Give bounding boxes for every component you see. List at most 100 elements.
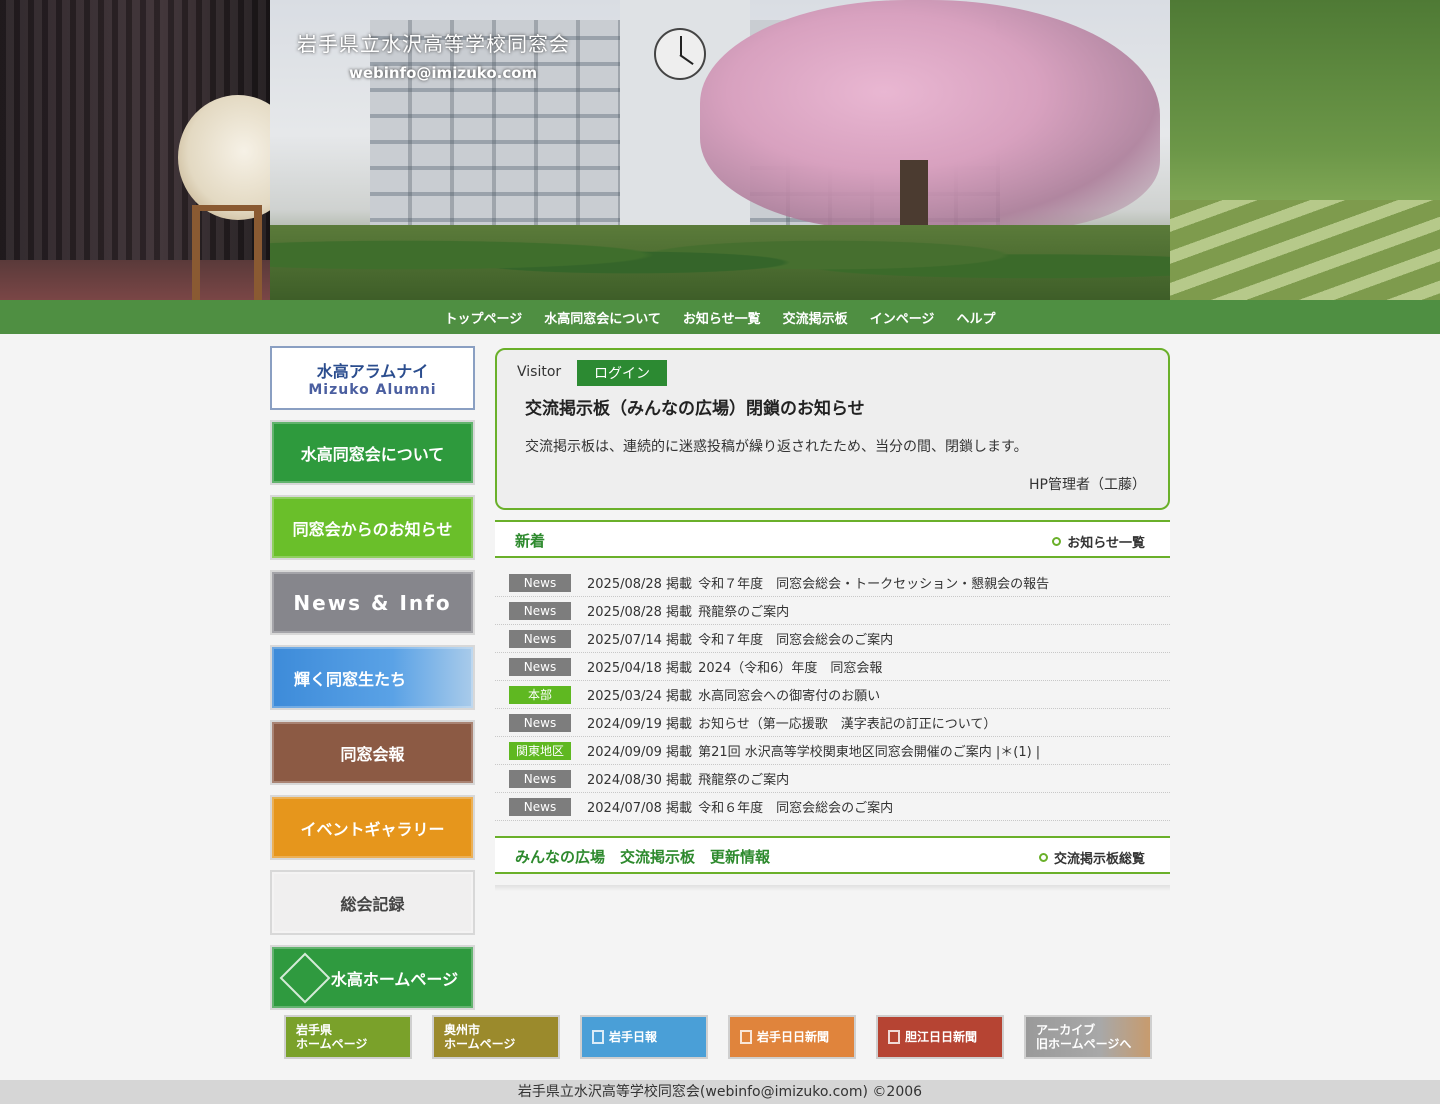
sidebar: 水高アラムナイ Mizuko Alumni 水高同窓会について 同窓会からのお知… — [270, 346, 475, 1020]
header-banner: 岩手県立水沢高等学校同窓会 webinfo@imizuko.com — [0, 0, 1440, 300]
iwate-nippo-link[interactable]: 岩手日報 — [580, 1015, 708, 1059]
iwate-pref-line2: ホームページ — [296, 1037, 368, 1051]
news-item[interactable]: News 2024/09/19 掲載 お知らせ（第一応援歌 漢字表記の訂正につい… — [495, 709, 1170, 737]
board-more-link[interactable]: 交流掲示板総覧 — [1038, 848, 1145, 867]
news-tag: News — [509, 629, 571, 648]
news-tag: News — [509, 769, 571, 788]
iwate-nichinichi-link[interactable]: 岩手日日新聞 — [728, 1015, 856, 1059]
news-info-button[interactable]: News & Info — [270, 570, 475, 635]
hedge-image — [1170, 200, 1440, 300]
alumni-label-en: Mizuko Alumni — [308, 382, 437, 398]
school-homepage-button[interactable]: 水高ホームページ — [270, 945, 475, 1010]
newspaper-icon — [888, 1030, 900, 1044]
footer-links: 岩手県 ホームページ 奥州市 ホームページ 岩手日報 岩手日日新聞 胆江日日新聞… — [284, 1015, 1152, 1059]
school-homepage-label: 水高ホームページ — [330, 969, 459, 989]
archive-line2: 旧ホームページへ — [1036, 1037, 1132, 1051]
news-date: 2025/08/28 掲載 — [587, 577, 693, 592]
news-tag: 本部 — [509, 685, 571, 704]
nav-top[interactable]: トップページ — [445, 308, 523, 327]
news-title: 飛龍祭のご案内 — [698, 605, 790, 620]
news-item[interactable]: 関東地区 2024/09/09 掲載 第21回 水沢高等学校関東地区同窓会開催の… — [495, 737, 1170, 765]
bullet-icon — [1038, 853, 1048, 862]
archive-link[interactable]: アーカイブ 旧ホームページへ — [1024, 1015, 1152, 1059]
school-emblem-icon — [279, 952, 331, 1003]
alumni-button[interactable]: 水高アラムナイ Mizuko Alumni — [270, 346, 475, 410]
main-nav: トップページ 水高同窓会について お知らせ一覧 交流掲示板 インページ ヘルプ — [0, 300, 1440, 334]
notice-body: 交流掲示板は、連続的に迷惑投稿が繰り返されたため、当分の間、閉鎖します。 — [525, 439, 1028, 455]
news-list: News 2025/08/28 掲載 令和７年度 同窓会総会・トークセッション・… — [495, 569, 1170, 821]
tanko-nichinichi-link[interactable]: 胆江日日新聞 — [876, 1015, 1004, 1059]
news-tag: News — [509, 713, 571, 732]
login-button[interactable]: ログイン — [577, 360, 667, 386]
iwate-nichinichi-label: 岩手日日新聞 — [757, 1029, 830, 1044]
board-section-title: みんなの広場 交流掲示板 更新情報 — [515, 848, 771, 866]
bulletin-button[interactable]: 同窓会報 — [270, 720, 475, 785]
news-date: 2025/03/24 掲載 — [587, 689, 693, 704]
news-title: 飛龍祭のご案内 — [698, 773, 790, 788]
event-gallery-button[interactable]: イベントギャラリー — [270, 795, 475, 860]
news-item[interactable]: 本部 2025/03/24 掲載 水高同窓会への御寄付のお願い — [495, 681, 1170, 709]
meeting-records-button[interactable]: 総会記録 — [270, 870, 475, 935]
news-item[interactable]: News 2024/08/30 掲載 飛龍祭のご案内 — [495, 765, 1170, 793]
news-date: 2024/07/08 掲載 — [587, 801, 693, 816]
news-tag: News — [509, 601, 571, 620]
cherry-blossom-tree — [700, 0, 1160, 230]
news-date: 2025/07/14 掲載 — [587, 633, 693, 648]
archive-label: アーカイブ 旧ホームページへ — [1036, 1023, 1131, 1052]
news-tag: 関東地区 — [509, 741, 571, 760]
news-date: 2024/09/09 掲載 — [587, 745, 693, 760]
news-tag: News — [509, 797, 571, 816]
news-date: 2025/08/28 掲載 — [587, 605, 693, 620]
iwate-nippo-label: 岩手日報 — [609, 1029, 658, 1044]
news-title: 2024（令和6）年度 同窓会報 — [698, 661, 883, 676]
news-title: 令和７年度 同窓会総会のご案内 — [698, 633, 894, 648]
shining-alumni-button[interactable]: 輝く同窓生たち — [270, 645, 475, 710]
oshu-city-link[interactable]: 奥州市 ホームページ — [432, 1015, 560, 1059]
news-item[interactable]: News 2025/07/14 掲載 令和７年度 同窓会総会のご案内 — [495, 625, 1170, 653]
news-title: 令和６年度 同窓会総会のご案内 — [698, 801, 894, 816]
nav-help[interactable]: ヘルプ — [956, 308, 995, 327]
nav-in-page[interactable]: インページ — [870, 308, 935, 327]
news-title: お知らせ（第一応援歌 漢字表記の訂正について） — [698, 717, 997, 732]
archive-line1: アーカイブ — [1036, 1022, 1096, 1037]
news-item[interactable]: News 2025/04/18 掲載 2024（令和6）年度 同窓会報 — [495, 653, 1170, 681]
news-more-link[interactable]: お知らせ一覧 — [1052, 532, 1145, 551]
news-title: 水高同窓会への御寄付のお願い — [698, 689, 881, 704]
bullet-icon — [1052, 537, 1062, 546]
news-section-title: 新着 — [515, 532, 546, 550]
newspaper-icon — [592, 1030, 604, 1044]
drum-stand — [192, 205, 262, 300]
iwate-pref-link[interactable]: 岩手県 ホームページ — [284, 1015, 412, 1059]
notice-signature: HP管理者（工藤） — [1029, 477, 1146, 493]
news-date: 2024/08/30 掲載 — [587, 773, 693, 788]
news-section-header: 新着 お知らせ一覧 — [495, 520, 1170, 558]
iwate-pref-line1: 岩手県 — [296, 1022, 333, 1037]
news-date: 2025/04/18 掲載 — [587, 661, 693, 676]
board-section-header: みんなの広場 交流掲示板 更新情報 交流掲示板総覧 — [495, 836, 1170, 874]
oshu-city-label: 奥州市 ホームページ — [444, 1023, 515, 1052]
nav-board[interactable]: 交流掲示板 — [783, 308, 848, 327]
board-more-label: 交流掲示板総覧 — [1053, 852, 1145, 867]
news-item[interactable]: News 2024/07/08 掲載 令和６年度 同窓会総会のご案内 — [495, 793, 1170, 821]
newspaper-icon — [740, 1030, 752, 1044]
visitor-label: Visitor — [517, 364, 562, 380]
site-email[interactable]: webinfo@imizuko.com — [349, 64, 537, 82]
board-empty-area — [495, 885, 1170, 891]
site-title: 岩手県立水沢高等学校同窓会 — [297, 32, 570, 56]
nav-about[interactable]: 水高同窓会について — [544, 308, 661, 327]
notices-button[interactable]: 同窓会からのお知らせ — [270, 495, 475, 560]
news-tag: News — [509, 657, 571, 676]
news-date: 2024/09/19 掲載 — [587, 717, 693, 732]
news-tag: News — [509, 573, 571, 592]
notice-box: Visitor ログイン 交流掲示板（みんなの広場）閉鎖のお知らせ 交流掲示板は… — [495, 348, 1170, 510]
news-item[interactable]: News 2025/08/28 掲載 令和７年度 同窓会総会・トークセッション・… — [495, 569, 1170, 597]
about-button[interactable]: 水高同窓会について — [270, 420, 475, 485]
alumni-label-ja: 水高アラムナイ — [316, 362, 429, 381]
news-item[interactable]: News 2025/08/28 掲載 飛龍祭のご案内 — [495, 597, 1170, 625]
copyright-footer: 岩手県立水沢高等学校同窓会(webinfo@imizuko.com) ©2006 — [0, 1080, 1440, 1104]
garden-bushes — [270, 225, 1170, 300]
notice-title: 交流掲示板（みんなの広場）閉鎖のお知らせ — [525, 399, 865, 419]
nav-notices[interactable]: お知らせ一覧 — [683, 308, 761, 327]
tanko-nichinichi-label: 胆江日日新聞 — [905, 1029, 978, 1044]
news-title: 第21回 水沢高等学校関東地区同窓会開催のご案内 |＊(1) | — [698, 745, 1041, 760]
